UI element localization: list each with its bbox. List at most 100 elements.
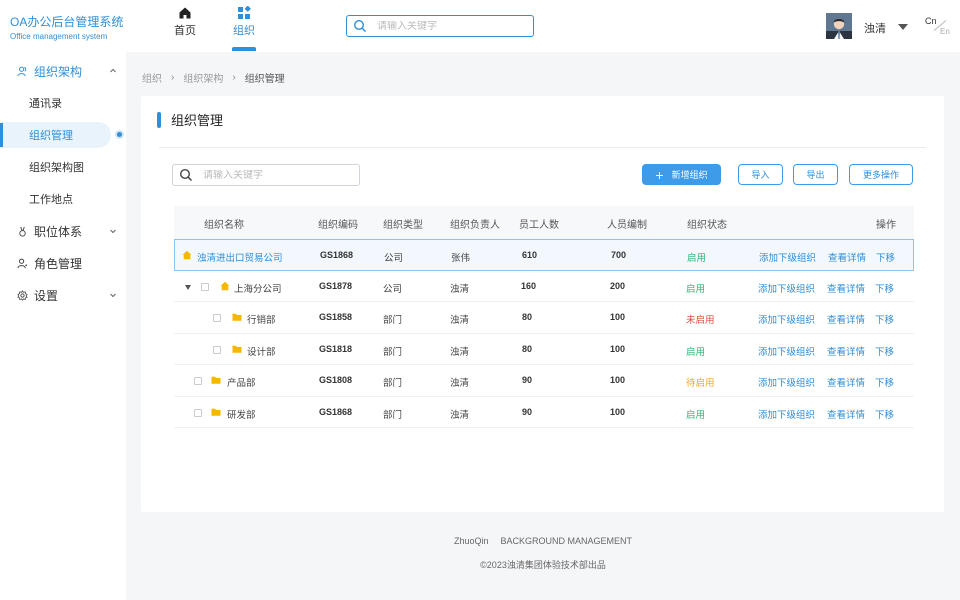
app-subtitle: Office management system: [10, 32, 108, 41]
card-search: [172, 164, 360, 186]
move-down-link[interactable]: 下移: [875, 375, 894, 389]
view-details-link[interactable]: 查看详情: [828, 250, 866, 264]
topbar: 首页 组织 浊清 Cn En: [126, 0, 960, 52]
sidebar-item-workplace[interactable]: 工作地点: [0, 183, 126, 215]
breadcrumb-item[interactable]: 组织: [142, 70, 162, 85]
language-switch[interactable]: Cn En: [922, 14, 952, 38]
user-icon: [16, 257, 28, 269]
add-sub-org-link[interactable]: 添加下级组织: [758, 312, 815, 326]
grid-icon: [238, 6, 251, 19]
org-code: GS1858: [319, 312, 353, 322]
move-down-link[interactable]: 下移: [875, 344, 894, 358]
add-sub-org-link[interactable]: 添加下级组织: [758, 344, 815, 358]
org-name[interactable]: 浊清进出口贸易公司: [197, 250, 283, 264]
add-sub-org-link[interactable]: 添加下级组织: [759, 250, 816, 264]
search-icon: [179, 168, 193, 182]
table-row[interactable]: 上海分公司 GS1878 公司 浊清 160 200 启用 添加下级组织 查看详…: [174, 271, 914, 302]
breadcrumb-item[interactable]: 组织架构: [183, 70, 223, 85]
folder-icon: [211, 408, 221, 416]
footer-brand: ZhuoQin: [453, 536, 489, 546]
lang-secondary: En: [940, 27, 950, 36]
tab-home[interactable]: 首页: [165, 6, 205, 38]
view-details-link[interactable]: 查看详情: [827, 312, 865, 326]
status-badge: 启用: [686, 283, 706, 295]
org-code: GS1878: [319, 280, 353, 291]
org-type: 公司: [383, 283, 403, 295]
row-checkbox[interactable]: [194, 408, 202, 417]
org-owner: 浊清: [450, 378, 470, 389]
row-checkbox[interactable]: [194, 377, 202, 385]
org-name[interactable]: 产品部: [227, 375, 256, 389]
table-row[interactable]: 产品部 GS1808 部门 浊清 90 100 待启用 添加下级组织 查看详情 …: [174, 365, 914, 397]
sidebar-group-org[interactable]: 组织架构: [0, 55, 126, 87]
org-quota: 100: [610, 343, 626, 354]
status-badge: 启用: [686, 409, 706, 421]
sidebar-group-label: 角色管理: [34, 256, 83, 271]
org-name[interactable]: 研发部: [227, 407, 256, 421]
tab-org[interactable]: 组织: [224, 6, 264, 51]
title-accent-bar: [157, 111, 161, 128]
add-sub-org-link[interactable]: 添加下级组织: [758, 407, 815, 421]
move-down-link[interactable]: 下移: [875, 407, 894, 421]
user-name[interactable]: 浊清: [864, 20, 886, 36]
top-search-input[interactable]: [377, 20, 527, 32]
sidebar-group-settings[interactable]: 设置: [0, 279, 126, 311]
org-type: 部门: [383, 409, 403, 421]
add-org-button[interactable]: + 新增组织: [642, 164, 721, 185]
row-checkbox[interactable]: [201, 282, 209, 291]
breadcrumb-current: 组织管理: [244, 74, 285, 85]
sidebar-group-positions[interactable]: 职位体系: [0, 215, 126, 247]
org-code: GS1868: [320, 250, 354, 260]
divider: [159, 147, 926, 148]
view-details-link[interactable]: 查看详情: [827, 407, 865, 421]
sidebar-group-roles[interactable]: 角色管理: [0, 247, 126, 279]
view-details-link[interactable]: 查看详情: [827, 281, 865, 295]
row-checkbox[interactable]: [213, 345, 221, 354]
org-name[interactable]: 设计部: [247, 344, 276, 358]
export-button[interactable]: 导出: [793, 164, 838, 185]
view-details-link[interactable]: 查看详情: [827, 344, 865, 358]
app-title: OA办公后台管理系统: [10, 15, 124, 29]
org-staff: 160: [521, 280, 537, 291]
top-search: [346, 15, 534, 37]
move-down-link[interactable]: 下移: [876, 250, 895, 264]
add-sub-org-link[interactable]: 添加下级组织: [758, 375, 815, 389]
medal-icon: [16, 225, 28, 237]
move-down-link[interactable]: 下移: [875, 312, 894, 326]
org-table: 组织名称 组织编码 组织类型 组织负责人 员工人数 人员编制 组织状态 操作 浊…: [174, 206, 914, 428]
col-header-owner: 组织负责人: [450, 220, 500, 231]
org-quota: 100: [610, 375, 626, 385]
table-row[interactable]: 研发部 GS1868 部门 浊清 90 100 启用 添加下级组织 查看详情 下…: [174, 397, 914, 428]
more-actions-button[interactable]: 更多操作: [849, 164, 913, 185]
status-badge: 待启用: [686, 378, 715, 389]
sidebar-item-contacts[interactable]: 通讯录: [0, 87, 126, 119]
org-name[interactable]: 行销部: [247, 312, 276, 326]
footer-tagline: BACKGROUND MANAGEMENT: [500, 536, 633, 546]
org-management-card: 组织管理 + 新增组织 导入 导出 更多操作 组织名称 组织编码 组织类型 组织…: [141, 96, 944, 512]
view-details-link[interactable]: 查看详情: [827, 375, 865, 389]
avatar[interactable]: [826, 13, 852, 39]
move-down-link[interactable]: 下移: [875, 281, 894, 295]
org-code: GS1868: [319, 406, 353, 417]
org-name[interactable]: 上海分公司: [234, 281, 282, 295]
table-row[interactable]: 行销部 GS1858 部门 浊清 80 100 未启用 添加下级组织 查看详情 …: [174, 302, 914, 334]
table-row[interactable]: 浊清进出口贸易公司 GS1868 公司 张伟 610 700 启用 添加下级组织…: [174, 239, 914, 271]
sidebar: OA办公后台管理系统 Office management system 组织架构…: [0, 0, 126, 600]
card-search-input[interactable]: [203, 169, 353, 181]
sidebar-item-org-chart[interactable]: 组织架构图: [0, 151, 126, 183]
col-header-status: 组织状态: [687, 220, 727, 231]
add-sub-org-link[interactable]: 添加下级组织: [758, 281, 815, 295]
table-row[interactable]: 设计部 GS1818 部门 浊清 80 100 启用 添加下级组织 查看详情 下…: [174, 334, 914, 365]
sidebar-nav: 组织架构 通讯录 组织管理 组织架构图 工作地点 职位体系 角色管理 设置: [0, 55, 126, 311]
table-header: 组织名称 组织编码 组织类型 组织负责人 员工人数 人员编制 组织状态 操作: [174, 206, 914, 239]
house-icon: [220, 281, 230, 290]
import-button[interactable]: 导入: [738, 164, 783, 185]
row-checkbox[interactable]: [213, 314, 221, 322]
add-org-label: 新增组织: [671, 170, 708, 180]
expand-caret-icon[interactable]: [185, 284, 191, 290]
org-type: 公司: [384, 253, 404, 264]
col-header-code: 组织编码: [318, 220, 358, 231]
sidebar-item-org-management[interactable]: 组织管理: [0, 119, 126, 151]
chevron-up-icon: [110, 68, 116, 73]
caret-down-icon[interactable]: [898, 24, 908, 30]
